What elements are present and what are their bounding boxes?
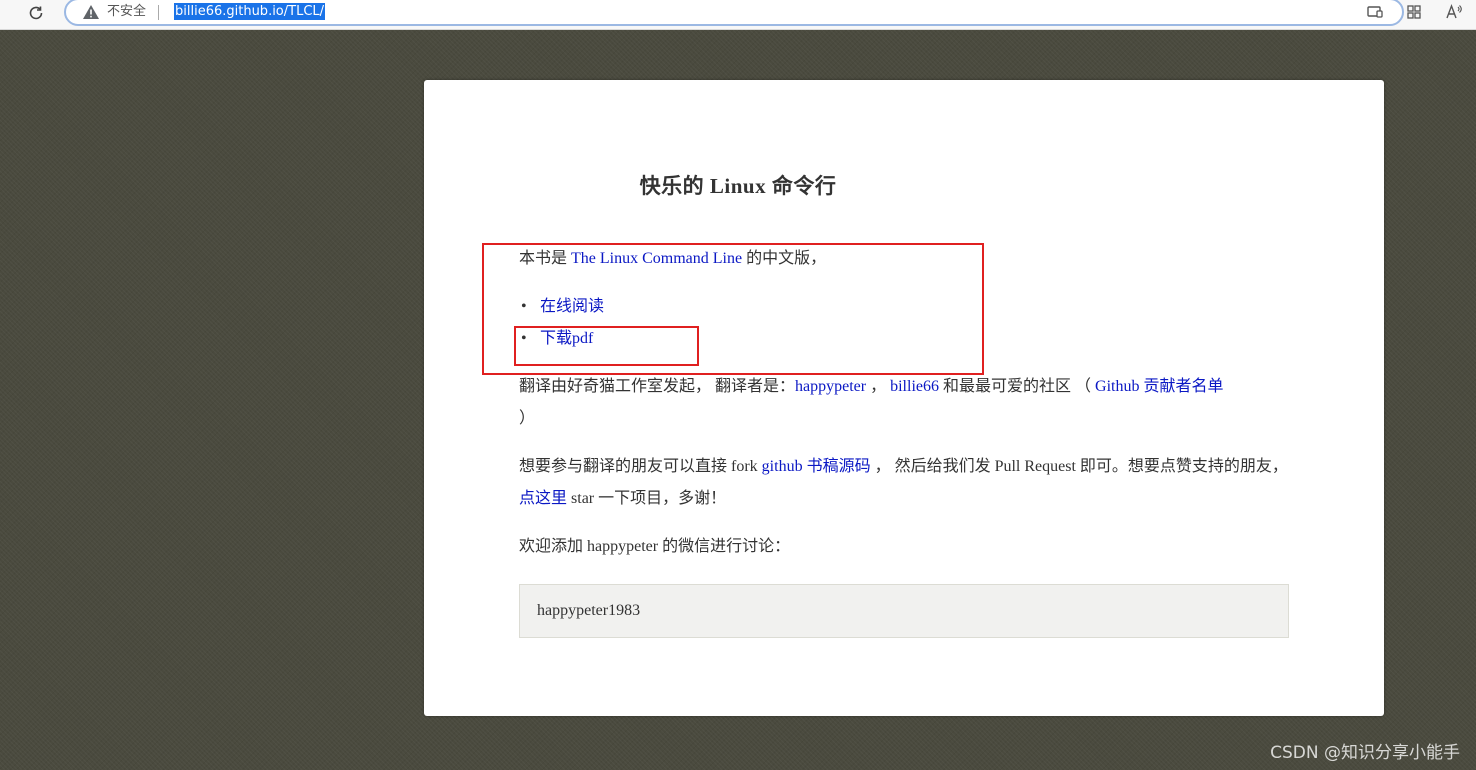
happypeter-link[interactable]: happypeter (795, 378, 866, 395)
warning-icon (83, 5, 99, 19)
credits-mid2: 和最最可爱的社区 （ (939, 378, 1096, 395)
address-separator (158, 5, 159, 20)
credits-paragraph: 翻译由好奇猫工作室发起， 翻译者是：happypeter ， billie66 … (519, 371, 1289, 435)
billie66-link[interactable]: billie66 (890, 378, 939, 395)
address-bar[interactable]: 不安全 billie66.github.io/TLCL/ (64, 0, 1404, 26)
credits-prefix: 翻译由好奇猫工作室发起， 翻译者是： (519, 378, 796, 395)
contribute-mid: ， 然后给我们发 Pull Request 即可。想要点赞支持的朋友， (870, 458, 1288, 475)
source-link[interactable]: github 书稿源码 (762, 458, 871, 475)
contributors-link[interactable]: Github 贡献者名单 (1095, 378, 1223, 395)
credits-suffix: ） (519, 410, 536, 427)
url-text[interactable]: billie66.github.io/TLCL/ (174, 3, 326, 20)
wechat-paragraph: 欢迎添加 happypeter 的微信进行讨论： (519, 538, 791, 555)
star-link[interactable]: 点这里 (519, 490, 567, 507)
page-title: 快乐的 Linux 命令行 (639, 174, 837, 198)
credits-mid1: ， (866, 378, 891, 395)
extensions-icon[interactable] (1405, 3, 1423, 21)
contribute-prefix: 想要参与翻译的朋友可以直接 fork (519, 458, 762, 475)
contribute-paragraph: 想要参与翻译的朋友可以直接 fork github 书稿源码 ， 然后给我们发 … (519, 451, 1289, 515)
reload-icon (29, 6, 43, 20)
annotation-box-pdf (514, 326, 699, 366)
browser-toolbar: 不安全 billie66.github.io/TLCL/ (0, 0, 1476, 30)
wechat-id-box: happypeter1983 (519, 584, 1289, 638)
watermark: CSDN @知识分享小能手 (1270, 743, 1460, 763)
security-label[interactable]: 不安全 (107, 4, 146, 20)
read-aloud-icon[interactable] (1445, 3, 1463, 21)
screen-cast-icon[interactable] (1366, 3, 1384, 21)
reload-button[interactable] (24, 2, 48, 24)
contribute-suffix: star 一下项目，多谢！ (567, 490, 727, 507)
